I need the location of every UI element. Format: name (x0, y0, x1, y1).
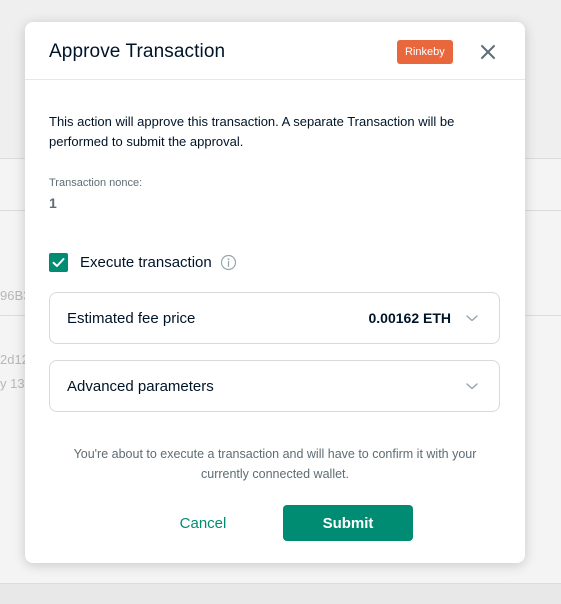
advanced-parameters-accordion[interactable]: Advanced parameters (49, 360, 500, 412)
background-text: y 13 (0, 376, 25, 391)
execute-transaction-label: Execute transaction (80, 253, 212, 271)
info-icon[interactable] (220, 254, 237, 271)
network-badge: Rinkeby (397, 40, 453, 64)
approve-transaction-modal: Approve Transaction Rinkeby This action … (25, 22, 525, 563)
execute-transaction-checkbox[interactable] (49, 252, 68, 272)
close-button[interactable] (477, 41, 499, 63)
estimated-fee-label: Estimated fee price (67, 310, 196, 327)
cancel-button[interactable]: Cancel (163, 505, 243, 541)
estimated-fee-value: 0.00162 ETH (368, 310, 452, 326)
confirm-wallet-note: You're about to execute a transaction an… (73, 447, 477, 481)
chevron-down-icon (463, 377, 481, 395)
nonce-label: Transaction nonce: (49, 177, 143, 189)
advanced-parameters-label: Advanced parameters (67, 378, 214, 395)
execute-transaction-row: Execute transaction (49, 251, 237, 273)
nonce-value: 1 (49, 195, 57, 211)
estimated-fee-accordion[interactable]: Estimated fee price 0.00162 ETH (49, 292, 500, 344)
modal-description: This action will approve this transactio… (49, 114, 455, 149)
background-section (0, 583, 561, 604)
modal-title: Approve Transaction (49, 41, 226, 62)
check-icon (52, 257, 65, 267)
modal-header: Approve Transaction Rinkeby (25, 22, 525, 80)
submit-button[interactable]: Submit (283, 505, 413, 541)
chevron-down-icon (463, 309, 481, 327)
close-icon (481, 45, 495, 59)
